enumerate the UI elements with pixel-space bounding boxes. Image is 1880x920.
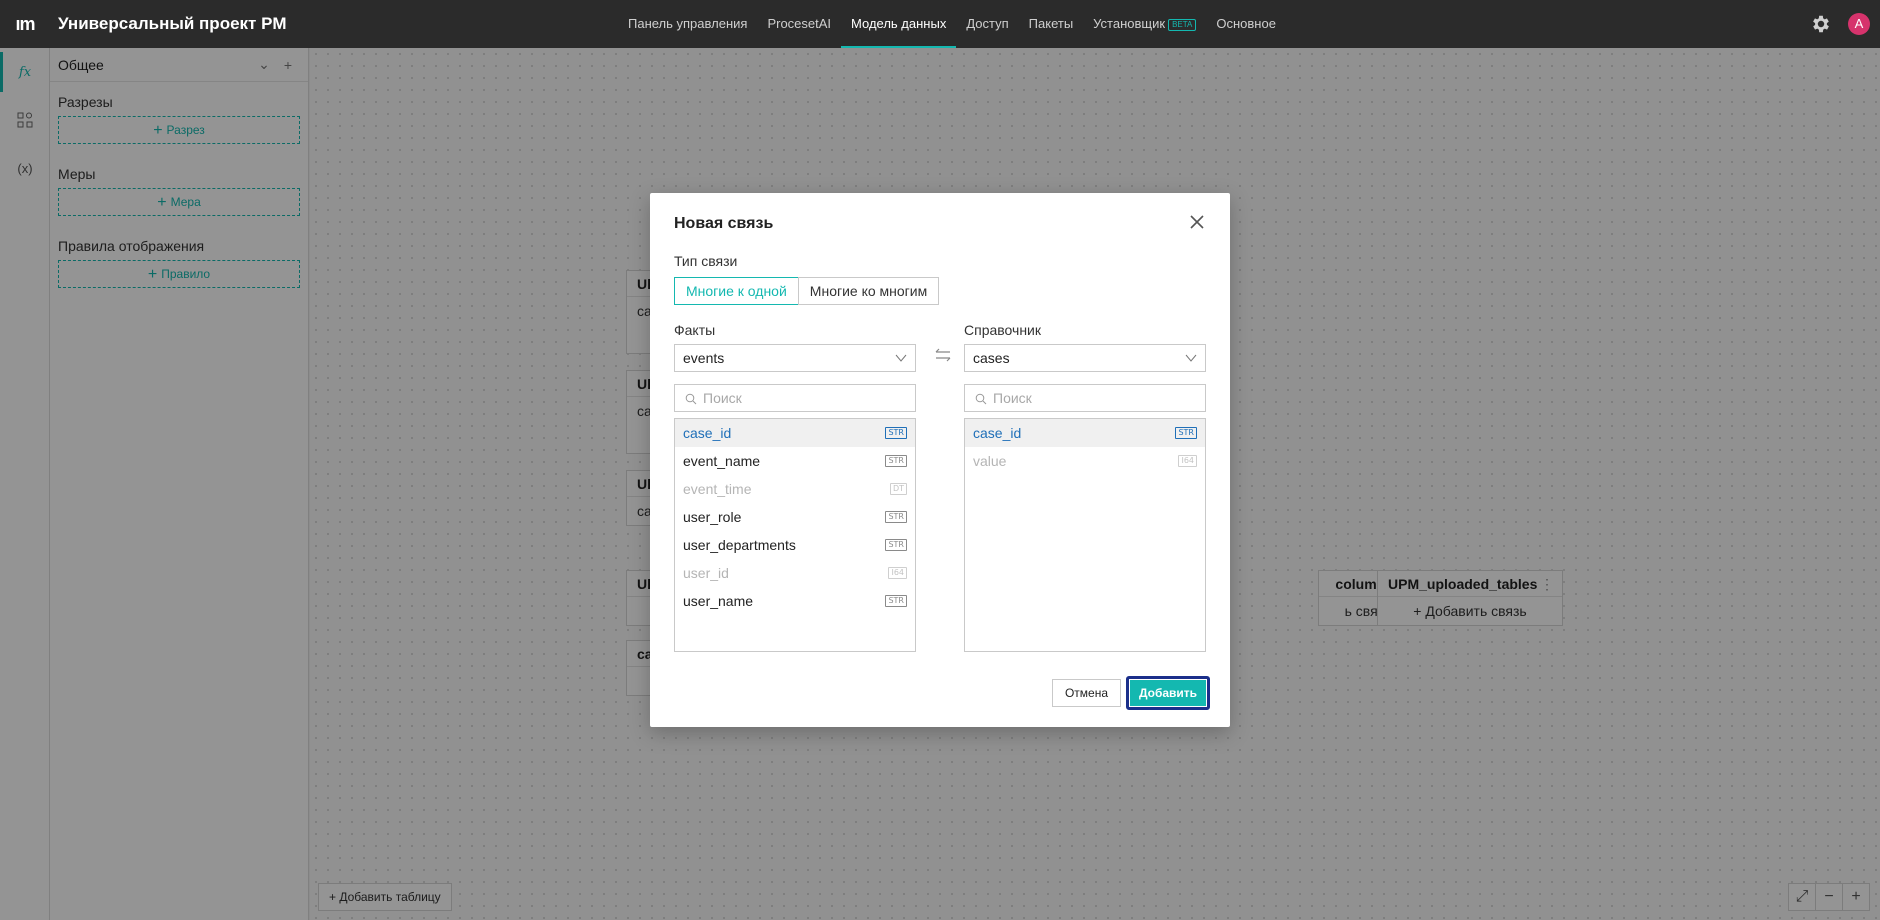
main-nav: Панель управления ProcesetAI Модель данн… [618,0,1286,48]
type-badge: STR [885,427,907,439]
nav-installer-label: Установщик [1093,16,1166,31]
column-name: user_departments [683,537,796,553]
column-name: event_name [683,453,761,469]
relation-many-to-one[interactable]: Многие к одной [674,277,799,305]
facts-search-input[interactable] [703,385,909,411]
column-name: user_name [683,593,754,609]
add-button[interactable]: Добавить [1126,676,1210,710]
facts-table-select[interactable]: events [674,344,916,372]
search-icon [975,393,987,405]
facts-column-list: case_id STR event_name STR event_time DT us… [674,418,916,652]
list-item[interactable]: case_id STR [965,419,1205,447]
gear-icon[interactable] [1810,13,1832,35]
type-badge: I64 [888,567,907,579]
nav-general[interactable]: Основное [1206,0,1286,48]
user-avatar[interactable]: A [1848,13,1870,35]
relation-type-label: Тип связи [674,253,738,269]
list-item[interactable]: user_role STR [675,503,915,531]
nav-procesetai[interactable]: ProcesetAI [757,0,841,48]
app-logo[interactable]: ım [0,14,50,35]
reference-column-list: case_id STR value I64 [964,418,1206,652]
facts-label: Факты [674,322,716,338]
beta-badge: BETA [1168,19,1197,31]
type-badge: STR [885,539,907,551]
list-item: user_id I64 [675,559,915,587]
new-relation-dialog: Новая связь Тип связи Многие к одной Мно… [650,193,1230,727]
nav-access[interactable]: Доступ [956,0,1018,48]
nav-packages[interactable]: Пакеты [1019,0,1084,48]
type-badge: STR [885,455,907,467]
top-bar: ım Универсальный проект PM Панель управл… [0,0,1880,48]
relation-many-to-many[interactable]: Многие ко многим [797,277,940,305]
reference-table-select[interactable]: cases [964,344,1206,372]
column-name: value [973,453,1007,469]
nav-data-model[interactable]: Модель данных [841,0,957,48]
nav-installer[interactable]: Установщик BETA [1083,0,1206,48]
swap-icon[interactable] [934,348,952,362]
column-name: user_id [683,565,729,581]
reference-label: Справочник [964,322,1041,338]
chevron-down-icon [1185,354,1197,362]
type-badge: STR [885,595,907,607]
relation-type-toggle: Многие к одной Многие ко многим [674,277,940,305]
facts-table-value: events [683,350,725,366]
column-name: case_id [973,425,1022,441]
reference-table-value: cases [973,350,1010,366]
search-icon [685,393,697,405]
close-icon[interactable] [1186,211,1208,233]
add-button-label: Добавить [1130,680,1206,706]
chevron-down-icon [895,354,907,362]
reference-search [964,384,1206,412]
cancel-button[interactable]: Отмена [1052,679,1121,707]
dialog-title: Новая связь [674,215,774,232]
project-title: Универсальный проект PM [58,14,287,33]
type-badge: STR [885,511,907,523]
list-item[interactable]: user_departments STR [675,531,915,559]
facts-search [674,384,916,412]
column-name: case_id [683,425,732,441]
list-item[interactable]: case_id STR [675,419,915,447]
nav-dashboard[interactable]: Панель управления [618,0,757,48]
list-item[interactable]: user_name STR [675,587,915,615]
column-name: user_role [683,509,742,525]
type-badge: I64 [1178,455,1197,467]
type-badge: DT [889,483,907,495]
list-item: event_time DT [675,475,915,503]
column-name: event_time [683,481,752,497]
list-item[interactable]: event_name STR [675,447,915,475]
reference-search-input[interactable] [993,385,1199,411]
list-item: value I64 [965,447,1205,475]
type-badge: STR [1175,427,1197,439]
